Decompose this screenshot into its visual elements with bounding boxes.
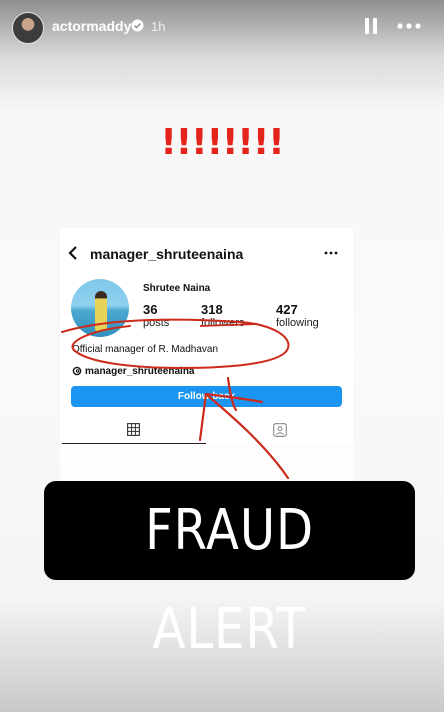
avatar[interactable] — [12, 12, 44, 44]
profile-picture — [71, 279, 129, 337]
following-label: following — [276, 317, 319, 329]
story-viewer: actormaddy 1h !!!!!!!! manager_shruteena… — [0, 0, 444, 712]
threads-handle: manager_shruteenaina — [85, 366, 195, 377]
grid-icon — [127, 423, 140, 436]
fraud-alert-banner: FRAUD ALERT — [44, 481, 415, 662]
more-dots-icon — [324, 251, 338, 255]
followers-label: followers — [201, 317, 245, 329]
profile-handle: manager_shruteenaina — [90, 246, 244, 262]
verified-badge-icon — [131, 19, 144, 32]
story-time: 1h — [151, 19, 166, 34]
screenshot-bottom-area — [60, 444, 354, 484]
profile-bio: Official manager of R. Madhavan — [72, 344, 219, 355]
back-arrow-icon — [68, 246, 77, 260]
threads-icon — [72, 366, 82, 376]
story-header: actormaddy 1h — [0, 0, 444, 54]
tagged-icon — [273, 423, 287, 437]
active-tab-indicator — [62, 443, 206, 444]
fraud-alert-text: FRAUD ALERT — [145, 498, 314, 662]
story-username[interactable]: actormaddy — [52, 18, 131, 34]
posts-count: 36 — [143, 302, 158, 317]
exclamation-marks: !!!!!!!! — [160, 122, 284, 163]
profile-name: Shrutee Naina — [143, 283, 211, 294]
follow-back-button: Follow back — [71, 386, 342, 407]
following-count: 427 — [276, 302, 298, 317]
followers-count: 318 — [201, 302, 223, 317]
pause-icon[interactable] — [364, 18, 378, 34]
more-icon[interactable] — [397, 18, 421, 34]
posts-label: posts — [143, 317, 170, 329]
profile-picture-figure — [95, 291, 107, 331]
